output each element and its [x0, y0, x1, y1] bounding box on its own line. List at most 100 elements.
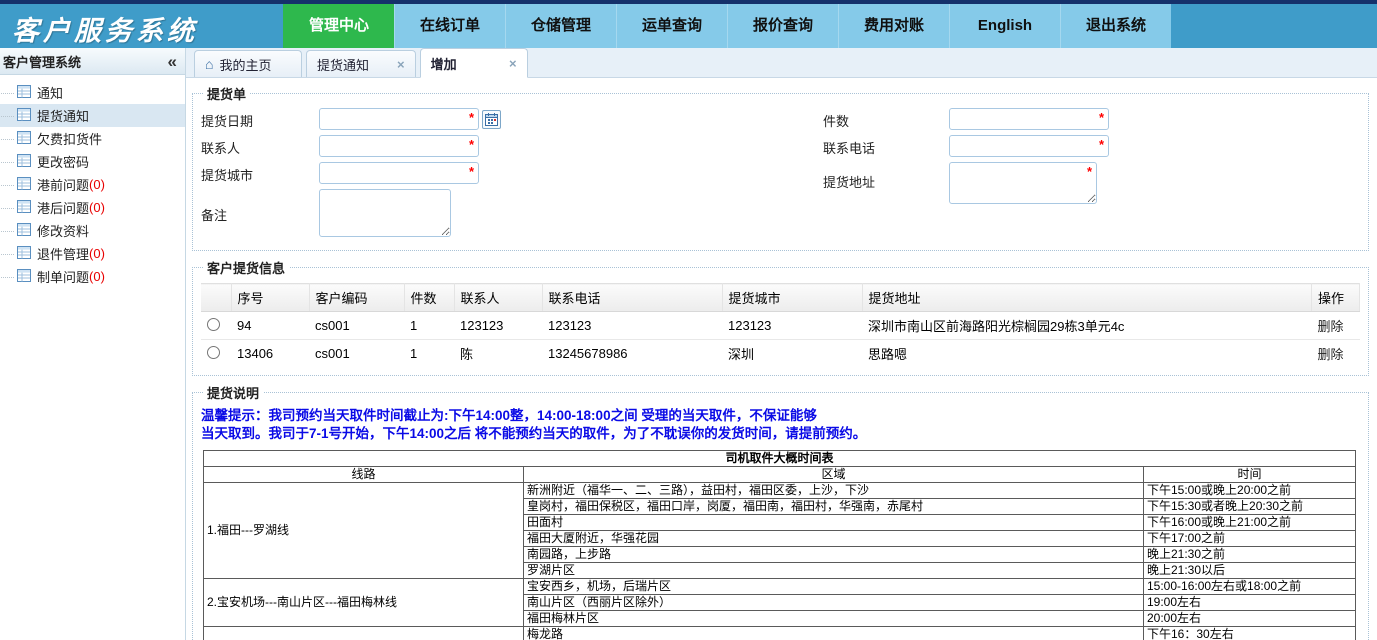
- sidebar-item-0[interactable]: 通知: [0, 81, 185, 104]
- customer-info-legend: 客户提货信息: [203, 258, 289, 277]
- nav-tab-3[interactable]: 运单查询: [616, 4, 727, 48]
- area-cell: 梅龙路: [524, 627, 1144, 640]
- app-frame: 客户管理系统 « 通知提货通知欠费扣货件更改密码港前问题(0)港后问题(0)修改…: [0, 48, 1377, 640]
- pickup-date-input[interactable]: [319, 108, 479, 130]
- required-star: *: [1087, 164, 1092, 179]
- row-radio[interactable]: [207, 346, 220, 359]
- sidebar-item-3[interactable]: 更改密码: [0, 150, 185, 173]
- qty-input[interactable]: [949, 108, 1109, 130]
- nav-tab-2[interactable]: 仓储管理: [505, 4, 616, 48]
- area-cell: 宝安西乡，机场，后瑞片区: [524, 579, 1144, 595]
- pickup-address-textarea[interactable]: [949, 162, 1097, 204]
- sidebar-item-2[interactable]: 欠费扣货件: [0, 127, 185, 150]
- sidebar-item-4[interactable]: 港前问题(0): [0, 173, 185, 196]
- nav-tab-6[interactable]: English: [949, 4, 1060, 48]
- time-cell: 下午16：30左右: [1144, 627, 1356, 640]
- table-icon: [17, 223, 31, 236]
- table-cell: 123123: [454, 312, 542, 340]
- nav-tab-4[interactable]: 报价查询: [727, 4, 838, 48]
- table-icon: [17, 177, 31, 193]
- column-header: 件数: [404, 284, 454, 312]
- area-cell: 南山片区（西丽片区除外）: [524, 595, 1144, 611]
- area-cell: 罗湖片区: [524, 563, 1144, 579]
- sidebar-item-5[interactable]: 港后问题(0): [0, 196, 185, 219]
- pickup-city-box: *: [319, 162, 479, 184]
- schedule-title: 司机取件大概时间表: [204, 451, 1356, 467]
- sidebar-title: 客户管理系统: [3, 52, 81, 71]
- column-header: 序号: [231, 284, 309, 312]
- nav-tab-1[interactable]: 在线订单: [394, 4, 505, 48]
- tab-label: 提货通知: [317, 55, 369, 74]
- customer-table-body: 94cs0011123123123123123123深圳市南山区前海路阳光棕榈园…: [201, 312, 1360, 368]
- pickup-date-box: *: [319, 108, 479, 130]
- route-cell: 3.龙华线--- 民治线----坂田线: [204, 627, 524, 640]
- sidebar-item-label: 退件管理: [37, 244, 89, 263]
- required-star: *: [469, 110, 474, 125]
- phone-input[interactable]: [949, 135, 1109, 157]
- qty-row: 件数 *: [823, 108, 1109, 130]
- main-area: ⌂我的主页提货通知 × 增加 × 提货单 提货日期 *: [186, 48, 1377, 640]
- table-icon: [17, 154, 31, 167]
- sidebar-item-label: 港前问题: [37, 175, 89, 194]
- table-icon: [17, 108, 31, 121]
- pickup-form: 提货日期 *: [201, 106, 1360, 242]
- sidebar-item-count: (0): [89, 246, 105, 261]
- table-icon: [17, 177, 31, 190]
- time-cell: 20:00左右: [1144, 611, 1356, 627]
- sidebar-item-count: (0): [89, 269, 105, 284]
- sidebar-item-7[interactable]: 退件管理(0): [0, 242, 185, 265]
- time-cell: 下午15:30或者晚上20:30之前: [1144, 499, 1356, 515]
- driver-schedule-body: 司机取件大概时间表线路区域时间1.福田---罗湖线新洲附近（福华一、二、三路），…: [204, 451, 1356, 640]
- table-icon: [17, 108, 31, 124]
- table-icon: [17, 223, 31, 239]
- tab-label: 我的主页: [219, 55, 271, 74]
- radio-cell: [201, 340, 231, 368]
- pickup-date-label: 提货日期: [201, 108, 319, 130]
- pickup-form-legend: 提货单: [203, 84, 250, 103]
- time-cell: 15:00-16:00左右或18:00之前: [1144, 579, 1356, 595]
- table-icon: [17, 246, 31, 259]
- required-star: *: [1099, 137, 1104, 152]
- action-cell: 删除: [1312, 312, 1360, 340]
- notice-line-2: 当天取到。我司于7-1号开始，下午14:00之后 将不能预约当天的取件，为了不耽…: [201, 425, 1360, 443]
- delete-link[interactable]: 删除: [1318, 347, 1344, 362]
- area-cell: 南园路，上步路: [524, 547, 1144, 563]
- sidebar-item-6[interactable]: 修改资料: [0, 219, 185, 242]
- sidebar-item-8[interactable]: 制单问题(0): [0, 265, 185, 288]
- sidebar-item-1[interactable]: 提货通知: [0, 104, 185, 127]
- schedule-row: 3.龙华线--- 民治线----坂田线梅龙路下午16：30左右: [204, 627, 1356, 640]
- sidebar-item-label: 更改密码: [37, 152, 89, 171]
- schedule-header-row: 线路区域时间: [204, 467, 1356, 483]
- column-header: 提货城市: [722, 284, 862, 312]
- nav-tab-5[interactable]: 费用对账: [838, 4, 949, 48]
- close-tab-icon[interactable]: ×: [487, 56, 517, 71]
- contact-input[interactable]: [319, 135, 479, 157]
- time-cell: 下午16:00或晚上21:00之前: [1144, 515, 1356, 531]
- table-cell: 94: [231, 312, 309, 340]
- qty-label: 件数: [823, 108, 949, 130]
- close-tab-icon[interactable]: ×: [375, 57, 405, 72]
- collapse-sidebar-icon[interactable]: «: [168, 53, 177, 70]
- sidebar-item-label: 提货通知: [37, 106, 89, 125]
- sidebar-item-label: 港后问题: [37, 198, 89, 217]
- nav-tab-7[interactable]: 退出系统: [1060, 4, 1171, 48]
- calendar-button[interactable]: [482, 110, 501, 129]
- pickup-city-input[interactable]: [319, 162, 479, 184]
- nav-tab-0[interactable]: 管理中心: [283, 4, 394, 48]
- tab-label: 增加: [431, 54, 457, 73]
- pickup-address-row: 提货地址 *: [823, 162, 1109, 209]
- table-row: 94cs0011123123123123123123深圳市南山区前海路阳光棕榈园…: [201, 312, 1360, 340]
- content-tab-2[interactable]: 增加 ×: [420, 48, 528, 78]
- table-cell: 1: [404, 312, 454, 340]
- time-cell: 19:00左右: [1144, 595, 1356, 611]
- content-tab-0[interactable]: ⌂我的主页: [194, 50, 302, 77]
- delete-link[interactable]: 删除: [1318, 319, 1344, 334]
- table-icon: [17, 269, 31, 282]
- table-cell: 思路嗯: [862, 340, 1312, 368]
- remark-textarea[interactable]: [319, 189, 451, 237]
- content-tab-1[interactable]: 提货通知 ×: [306, 50, 416, 77]
- pickup-city-label: 提货城市: [201, 162, 319, 184]
- row-radio[interactable]: [207, 318, 220, 331]
- schedule-title-row: 司机取件大概时间表: [204, 451, 1356, 467]
- area-cell: 新洲附近（福华一、二、三路），益田村，福田区委，上沙，下沙: [524, 483, 1144, 499]
